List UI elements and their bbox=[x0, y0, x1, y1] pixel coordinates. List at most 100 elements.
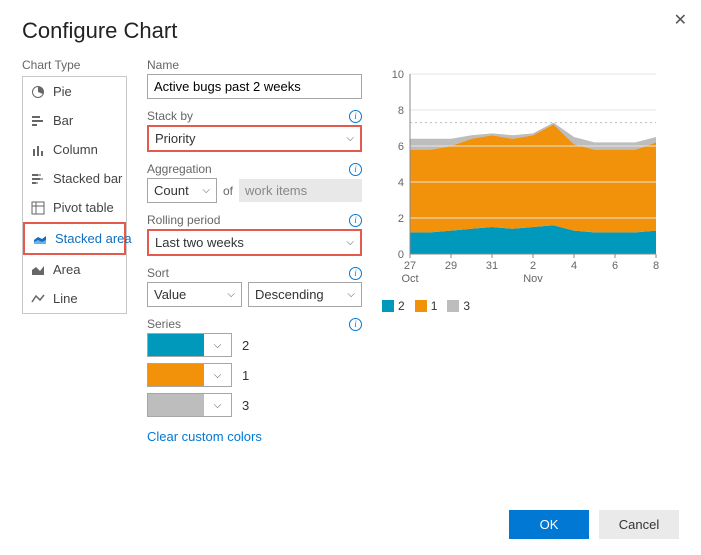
legend-item: 3 bbox=[447, 299, 470, 313]
svg-text:8: 8 bbox=[653, 260, 659, 272]
info-icon[interactable]: i bbox=[349, 267, 362, 280]
chart-type-label-text: Pivot table bbox=[53, 200, 114, 215]
svg-text:2: 2 bbox=[530, 260, 536, 272]
series-name: 2 bbox=[242, 338, 249, 353]
aggregation-target: work items bbox=[239, 179, 362, 202]
column-icon bbox=[31, 143, 45, 157]
line-icon bbox=[31, 292, 45, 306]
chart-type-column[interactable]: Column bbox=[23, 135, 126, 164]
info-icon[interactable]: i bbox=[349, 163, 362, 176]
info-icon[interactable]: i bbox=[349, 318, 362, 331]
legend-swatch bbox=[382, 300, 394, 312]
info-icon[interactable]: i bbox=[349, 110, 362, 123]
chevron-down-icon: ⌵ bbox=[202, 185, 210, 196]
svg-text:8: 8 bbox=[398, 105, 404, 117]
chart-type-line[interactable]: Line bbox=[23, 284, 126, 313]
aggregation-label: Aggregation bbox=[147, 162, 212, 176]
series-row: ⌵ 3 bbox=[147, 393, 362, 417]
chart-preview: 024681027Oct29312Nov468 2 1 3 bbox=[382, 58, 679, 454]
close-icon[interactable]: ✕ bbox=[674, 10, 687, 30]
area-icon bbox=[31, 263, 45, 277]
chart-type-label-text: Stacked area bbox=[55, 231, 132, 246]
rolling-select[interactable]: Last two weeks ⌵ bbox=[147, 229, 362, 256]
chart-type-label-text: Bar bbox=[53, 113, 73, 128]
aggregation-of: of bbox=[223, 184, 233, 198]
series-color-select[interactable]: ⌵ bbox=[147, 363, 232, 387]
sort-label: Sort bbox=[147, 266, 169, 280]
stacked-area-chart: 024681027Oct29312Nov468 bbox=[382, 68, 662, 288]
series-name: 1 bbox=[242, 368, 249, 383]
svg-text:2: 2 bbox=[398, 213, 404, 225]
svg-text:27: 27 bbox=[404, 260, 416, 272]
legend-label: 1 bbox=[431, 299, 438, 313]
legend-item: 2 bbox=[382, 299, 405, 313]
stack-by-select[interactable]: Priority ⌵ bbox=[147, 125, 362, 152]
sort-field-value: Value bbox=[154, 287, 186, 302]
legend-label: 3 bbox=[463, 299, 470, 313]
svg-text:6: 6 bbox=[612, 260, 618, 272]
dialog-footer: OK Cancel bbox=[509, 510, 679, 539]
chart-type-label-text: Line bbox=[53, 291, 78, 306]
cancel-button[interactable]: Cancel bbox=[599, 510, 679, 539]
chevron-down-icon: ⌵ bbox=[204, 400, 231, 411]
chevron-down-icon: ⌵ bbox=[346, 237, 354, 248]
series-row: ⌵ 2 bbox=[147, 333, 362, 357]
svg-text:Nov: Nov bbox=[523, 273, 543, 285]
chevron-down-icon: ⌵ bbox=[227, 289, 235, 300]
chevron-down-icon: ⌵ bbox=[204, 340, 231, 351]
legend-item: 1 bbox=[415, 299, 438, 313]
pivot-icon bbox=[31, 201, 45, 215]
chart-type-label-text: Pie bbox=[53, 84, 72, 99]
svg-text:6: 6 bbox=[398, 141, 404, 153]
form-panel: Name Stack by i Priority ⌵ Aggregation i bbox=[147, 58, 362, 454]
series-list: ⌵ 2 ⌵ 1 ⌵ bbox=[147, 333, 362, 417]
legend-swatch bbox=[415, 300, 427, 312]
series-name: 3 bbox=[242, 398, 249, 413]
series-row: ⌵ 1 bbox=[147, 363, 362, 387]
sort-dir-select[interactable]: Descending ⌵ bbox=[248, 282, 362, 307]
stack-by-value: Priority bbox=[155, 131, 195, 146]
ok-button[interactable]: OK bbox=[509, 510, 589, 539]
info-icon[interactable]: i bbox=[349, 214, 362, 227]
dialog-title: Configure Chart bbox=[22, 18, 679, 44]
series-label: Series bbox=[147, 317, 181, 331]
color-swatch bbox=[148, 364, 204, 386]
chart-type-label-text: Stacked bar bbox=[53, 171, 122, 186]
name-input[interactable] bbox=[147, 74, 362, 99]
chevron-down-icon: ⌵ bbox=[204, 370, 231, 381]
series-color-select[interactable]: ⌵ bbox=[147, 393, 232, 417]
color-swatch bbox=[148, 394, 204, 416]
chart-type-stacked-bar[interactable]: Stacked bar bbox=[23, 164, 126, 193]
chart-type-list: Pie Bar Column bbox=[22, 76, 127, 314]
bar-icon bbox=[31, 114, 45, 128]
clear-colors-link[interactable]: Clear custom colors bbox=[147, 429, 262, 444]
svg-text:Oct: Oct bbox=[401, 273, 418, 285]
sort-dir-value: Descending bbox=[255, 287, 324, 302]
sort-field-select[interactable]: Value ⌵ bbox=[147, 282, 242, 307]
svg-text:4: 4 bbox=[398, 177, 404, 189]
chart-type-bar[interactable]: Bar bbox=[23, 106, 126, 135]
stack-by-label: Stack by bbox=[147, 109, 193, 123]
legend-swatch bbox=[447, 300, 459, 312]
svg-text:29: 29 bbox=[445, 260, 457, 272]
chart-type-label-text: Column bbox=[53, 142, 98, 157]
stacked-bar-icon bbox=[31, 172, 45, 186]
chart-type-area[interactable]: Area bbox=[23, 255, 126, 284]
chart-type-label: Chart Type bbox=[22, 58, 127, 72]
chevron-down-icon: ⌵ bbox=[346, 133, 354, 144]
rolling-label: Rolling period bbox=[147, 213, 220, 227]
svg-text:31: 31 bbox=[486, 260, 498, 272]
aggregation-select[interactable]: Count ⌵ bbox=[147, 178, 217, 203]
chart-type-pivot-table[interactable]: Pivot table bbox=[23, 193, 126, 222]
series-color-select[interactable]: ⌵ bbox=[147, 333, 232, 357]
rolling-value: Last two weeks bbox=[155, 235, 244, 250]
name-label: Name bbox=[147, 58, 179, 72]
chart-legend: 2 1 3 bbox=[382, 299, 679, 313]
chart-type-pie[interactable]: Pie bbox=[23, 77, 126, 106]
chart-type-stacked-area[interactable]: Stacked area bbox=[23, 222, 126, 255]
svg-text:4: 4 bbox=[571, 260, 577, 272]
chevron-down-icon: ⌵ bbox=[347, 289, 355, 300]
pie-icon bbox=[31, 85, 45, 99]
aggregation-value: Count bbox=[154, 183, 189, 198]
svg-text:10: 10 bbox=[392, 69, 404, 81]
